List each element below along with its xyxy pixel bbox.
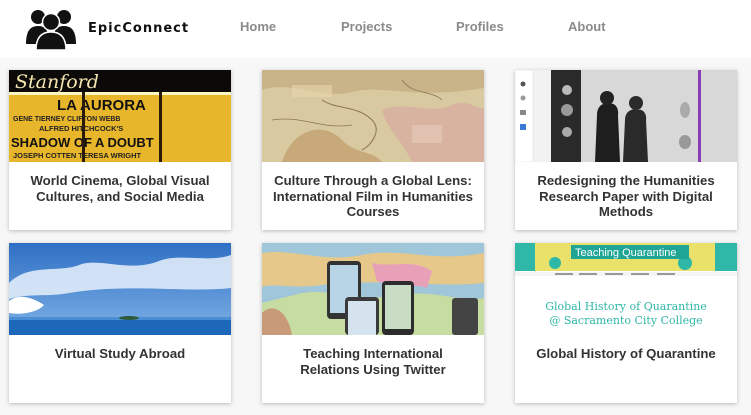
project-card[interactable]: Redesigning the Humanities Research Pape… [515, 70, 737, 230]
card-title: Redesigning the Humanities Research Pape… [537, 173, 715, 219]
website-screenshot-image: Teaching Quarantine Global History of Qu… [515, 243, 737, 335]
svg-text:LA AURORA: LA AURORA [57, 97, 146, 114]
nav-projects-link[interactable]: Projects [341, 19, 392, 34]
brand[interactable]: EpicConnect [26, 6, 189, 50]
antique-map-image [262, 70, 484, 162]
ocean-sky-image [9, 243, 231, 335]
project-card[interactable]: Culture Through a Global Lens: Internati… [262, 70, 484, 230]
people-group-icon [26, 6, 76, 50]
nav-home-link[interactable]: Home [240, 19, 276, 34]
project-card[interactable]: Teaching International Relations Using T… [262, 243, 484, 403]
nav-profiles-link[interactable]: Profiles [456, 19, 504, 34]
phones-over-map-image [262, 243, 484, 335]
card-title: Global History of Quarantine [536, 346, 716, 361]
svg-text:Teaching Quarantine: Teaching Quarantine [575, 247, 677, 259]
nav-about-link[interactable]: About [568, 19, 606, 34]
gallery-visitors-image [515, 70, 737, 162]
project-card[interactable]: Stanford LA AURORA GENE TIERNEY CLIFTON … [9, 70, 231, 230]
svg-text:GENE TIERNEY CLIFTON WEBB: GENE TIERNEY CLIFTON WEBB [13, 116, 120, 123]
svg-text:JOSEPH COTTEN TERESA WRIGHT: JOSEPH COTTEN TERESA WRIGHT [13, 151, 141, 160]
svg-text:Stanford: Stanford [15, 71, 99, 93]
theater-marquee-image: Stanford LA AURORA GENE TIERNEY CLIFTON … [9, 70, 231, 162]
card-title: Virtual Study Abroad [54, 346, 186, 361]
card-title: Teaching International Relations Using T… [300, 346, 446, 377]
project-card[interactable]: Teaching Quarantine Global History of Qu… [515, 243, 737, 403]
card-title: World Cinema, Global Visual Cultures, an… [30, 173, 210, 204]
brand-name: EpicConnect [88, 20, 190, 36]
svg-text:@ Sacramento City College: @ Sacramento City College [549, 314, 702, 327]
svg-text:Global History of Quarantine: Global History of Quarantine [545, 300, 707, 313]
svg-text:ALFRED HITCHCOCK'S: ALFRED HITCHCOCK'S [39, 124, 123, 133]
top-navbar: EpicConnect Home Projects Profiles About [0, 0, 751, 58]
card-title: Culture Through a Global Lens: Internati… [272, 173, 474, 219]
project-card[interactable]: Virtual Study Abroad [9, 243, 231, 403]
